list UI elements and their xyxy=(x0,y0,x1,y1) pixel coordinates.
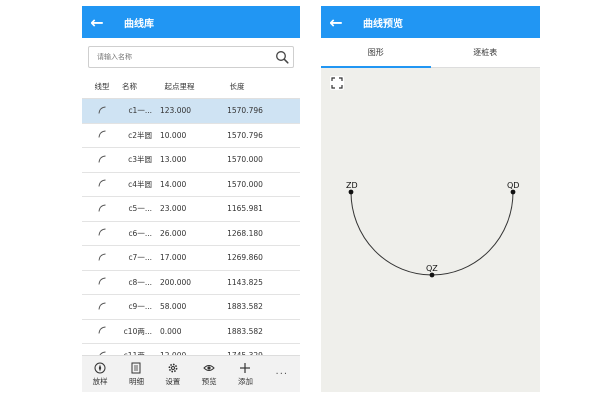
qd-point xyxy=(510,189,516,195)
curve-type-icon xyxy=(82,277,122,287)
row-length: 1143.825 xyxy=(227,277,263,287)
row-start-mileage: 23.000 xyxy=(160,204,187,214)
bottom-toolbar: 放样 明细 设置 预览 添加 ··· xyxy=(82,355,300,392)
gear-icon xyxy=(168,363,178,372)
row-length: 1269.860 xyxy=(227,253,263,263)
tab-bar: 图形 逐桩表 xyxy=(321,38,540,68)
add-label: 添加 xyxy=(237,376,253,386)
curve-canvas[interactable]: ZD QD QZ xyxy=(321,68,540,392)
table-row[interactable]: c8一... 200.000 1143.825 xyxy=(82,271,300,295)
row-name: c10两... xyxy=(123,326,152,336)
table-header: 线型 名称 起点里程 长度 xyxy=(82,74,300,99)
app-bar: ← 曲线库 xyxy=(82,6,300,38)
curve-preview-screen: ← 曲线预览 图形 逐桩表 ZD QD QZ xyxy=(321,6,540,392)
header-name: 名称 xyxy=(122,81,137,91)
qd-label: QD xyxy=(507,181,519,190)
settings-button[interactable]: 设置 xyxy=(157,362,189,387)
row-length: 1165.981 xyxy=(227,204,263,214)
row-length: 1570.000 xyxy=(227,155,263,165)
search-icon[interactable] xyxy=(275,50,289,64)
row-name: c7一... xyxy=(128,253,152,263)
details-label: 明细 xyxy=(128,376,144,386)
row-start-mileage: 58.000 xyxy=(160,302,187,312)
row-start-mileage: 123.000 xyxy=(160,106,192,116)
curve-type-icon xyxy=(82,253,122,263)
search-bar xyxy=(82,38,300,74)
row-length: 1570.796 xyxy=(227,130,263,140)
table-row[interactable]: c9一... 58.000 1883.582 xyxy=(82,295,300,320)
more-button[interactable]: ··· xyxy=(266,369,298,380)
header-length: 长度 xyxy=(229,81,245,91)
add-button[interactable]: 添加 xyxy=(229,362,261,387)
table-row[interactable]: c6一... 26.000 1268.180 xyxy=(82,222,300,246)
curve-type-icon xyxy=(82,155,122,165)
row-start-mileage: 26.000 xyxy=(160,228,187,238)
row-length: 1268.180 xyxy=(227,228,263,238)
preview-button[interactable]: 预览 xyxy=(193,362,225,387)
header-start-mileage: 起点里程 xyxy=(164,81,195,91)
row-name: c1一... xyxy=(128,106,152,116)
row-start-mileage: 14.000 xyxy=(160,179,187,189)
app-bar: ← 曲线预览 xyxy=(321,6,540,38)
row-start-mileage: 13.000 xyxy=(160,155,187,165)
table-row[interactable]: c1一... 123.000 1570.796 xyxy=(82,99,300,124)
lofting-label: 放样 xyxy=(92,376,108,386)
qz-label: QZ xyxy=(426,264,438,273)
back-arrow-icon[interactable]: ← xyxy=(321,13,351,32)
zd-point xyxy=(348,189,354,195)
page-title: 曲线预览 xyxy=(363,18,403,30)
table-row[interactable]: c5一... 23.000 1165.981 xyxy=(82,197,300,222)
row-name: c9一... xyxy=(128,302,152,312)
curve-drawing: ZD QD QZ xyxy=(346,181,519,278)
curve-type-icon xyxy=(82,106,122,116)
row-name: c6一... xyxy=(128,228,152,238)
row-name: c5一... xyxy=(128,204,152,214)
row-length: 1570.796 xyxy=(227,106,263,116)
curve-library-screen: ← 曲线库 线型 名称 起点里程 长度 c1一... 123.000 1570.79… xyxy=(82,6,300,392)
row-length: 1570.000 xyxy=(227,179,263,189)
compass-icon xyxy=(94,362,106,373)
row-name: c3半圆 xyxy=(128,155,152,165)
row-name: c4半圆 xyxy=(128,179,152,189)
tab-stake-table[interactable]: 逐桩表 xyxy=(431,38,541,67)
row-start-mileage: 200.000 xyxy=(160,277,192,287)
zd-label: ZD xyxy=(346,181,358,190)
curve-type-icon xyxy=(82,179,122,189)
row-start-mileage: 17.000 xyxy=(160,253,187,263)
row-name: c2半圆 xyxy=(128,130,152,140)
row-length: 1883.582 xyxy=(227,326,263,336)
details-button[interactable]: 明细 xyxy=(120,362,152,387)
curve-arc xyxy=(350,191,514,276)
lofting-button[interactable]: 放样 xyxy=(84,362,116,387)
qz-point xyxy=(429,272,435,278)
table-row[interactable]: c10两... 0.000 1883.582 xyxy=(82,320,300,344)
preview-label: 预览 xyxy=(201,376,217,386)
table-row[interactable]: c2半圆 10.000 1570.796 xyxy=(82,124,300,148)
table-row[interactable]: c3半圆 13.000 1570.000 xyxy=(82,148,300,173)
row-length: 1883.582 xyxy=(227,302,263,312)
search-box xyxy=(88,46,294,68)
table-row[interactable]: c7一... 17.000 1269.860 xyxy=(82,246,300,271)
curve-list: c1一... 123.000 1570.796 c2半圆 10.000 1570.796 c… xyxy=(82,99,300,369)
table-row[interactable]: c4半圆 14.000 1570.000 xyxy=(82,173,300,197)
document-icon xyxy=(131,362,141,373)
row-start-mileage: 10.000 xyxy=(160,130,187,140)
back-arrow-icon[interactable]: ← xyxy=(82,13,112,32)
search-input[interactable] xyxy=(97,53,275,61)
page-title: 曲线库 xyxy=(124,18,154,30)
row-name: c8一... xyxy=(128,277,152,287)
eye-icon xyxy=(203,364,215,371)
header-line-type: 线型 xyxy=(94,81,110,91)
curve-type-icon xyxy=(82,130,122,140)
curve-type-icon xyxy=(82,326,122,336)
plus-icon xyxy=(240,362,251,373)
curve-type-icon xyxy=(82,228,122,238)
settings-label: 设置 xyxy=(165,376,181,386)
curve-type-icon xyxy=(82,302,122,312)
tab-graphic[interactable]: 图形 xyxy=(321,38,431,68)
row-start-mileage: 0.000 xyxy=(160,326,182,336)
curve-type-icon xyxy=(82,204,122,214)
